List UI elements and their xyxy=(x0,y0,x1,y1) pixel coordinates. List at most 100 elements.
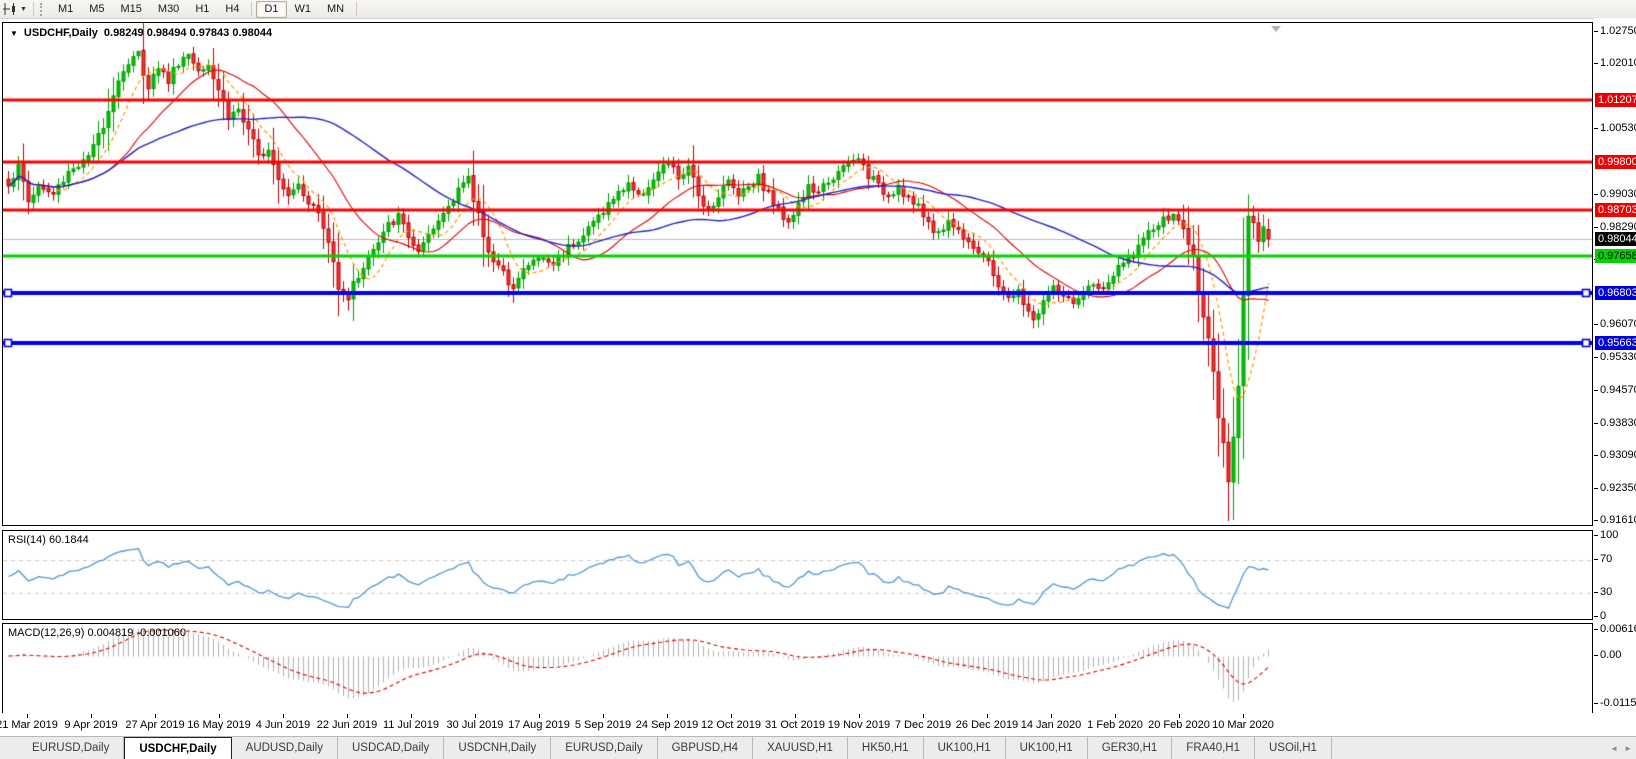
macd-label: MACD(12,26,9) 0.004819 -0.001060 xyxy=(8,627,186,639)
time-axis-tick xyxy=(731,714,732,718)
tick-label: 1.02010 xyxy=(1600,57,1636,70)
tab-scroll-controls: ◄ ► xyxy=(1610,737,1632,759)
time-axis-tick xyxy=(1115,714,1116,718)
time-axis-tick xyxy=(475,714,476,718)
tick-dash xyxy=(1594,629,1598,631)
tab-scroll-left-icon[interactable]: ◄ xyxy=(1610,744,1618,753)
timeframe-button-group: M1 M5 M15 M30 H1 H4 D1 W1 MN xyxy=(50,0,352,18)
tick-dash xyxy=(1594,520,1598,522)
tick-dash xyxy=(1594,128,1598,130)
tick-dash xyxy=(1594,655,1598,656)
tab-gbpusd-h4[interactable]: GBPUSD,H4 xyxy=(658,737,754,759)
time-scale-axis[interactable]: 21 Mar 2019 9 Apr 2019 27 Apr 2019 16 May 2… xyxy=(0,713,1594,735)
tick-dash xyxy=(1594,455,1598,457)
tick-dash xyxy=(1594,703,1598,705)
chart-tab-bar: EURUSD,Daily USDCHF,Daily AUDUSD,Daily USDC… xyxy=(0,736,1636,759)
tab-uk100-h1[interactable]: UK100,H1 xyxy=(1006,737,1088,759)
line-price-label: 0.97658 xyxy=(1595,248,1636,263)
tab-hk50-h1[interactable]: HK50,H1 xyxy=(848,737,924,759)
time-axis-tick xyxy=(923,714,924,718)
macd-indicator-panel: MACD(12,26,9) 0.004819 -0.001060 xyxy=(2,623,1593,714)
timeframe-button-h1[interactable]: H1 xyxy=(187,1,217,18)
trading-app-window: ▼ M1 M5 M15 M30 H1 H4 D1 W1 MN ▼ USDCHF,Daily 0.… xyxy=(0,0,1636,759)
timeframe-button-mn[interactable]: MN xyxy=(319,1,352,18)
line-price-label: 0.95663 xyxy=(1595,336,1636,351)
tick-dash xyxy=(1594,591,1598,593)
timeframe-button-d1[interactable]: D1 xyxy=(256,0,287,18)
timeframe-button-h4[interactable]: H4 xyxy=(217,1,247,18)
time-axis-tick xyxy=(987,714,988,718)
tab-usoil-h1[interactable]: USOil,H1 xyxy=(1255,737,1332,759)
chart-title-caret-icon[interactable]: ▼ xyxy=(10,29,18,38)
tab-usdcad-daily[interactable]: USDCAD,Daily xyxy=(338,737,445,759)
timeframe-button-w1[interactable]: W1 xyxy=(287,1,320,18)
tick-dash xyxy=(1594,194,1598,196)
tick-label: 0.93830 xyxy=(1600,416,1636,429)
time-axis-tick xyxy=(411,714,412,718)
tick-dash xyxy=(1594,390,1598,392)
tick-label: 0.00 xyxy=(1600,649,1622,661)
tab-eurusd-daily[interactable]: EURUSD,Daily xyxy=(18,737,125,759)
tick-label: 0.92350 xyxy=(1600,481,1636,494)
macd-canvas[interactable] xyxy=(3,624,1592,713)
time-axis-tick xyxy=(91,714,92,718)
tick-label: 30 xyxy=(1600,585,1613,598)
tick-dash xyxy=(1594,535,1598,536)
tick-label: 1.02750 xyxy=(1600,25,1636,37)
tab-xauusd-h1[interactable]: XAUUSD,H1 xyxy=(753,737,848,759)
line-price-label: 0.99800 xyxy=(1595,154,1636,169)
tick-dash xyxy=(1594,31,1598,32)
timeframe-button-m5[interactable]: M5 xyxy=(81,1,112,18)
tick-label: 0.99030 xyxy=(1600,188,1636,201)
tab-scroll-right-icon[interactable]: ► xyxy=(1624,744,1632,753)
tab-usdcnh-daily[interactable]: USDCNH,Daily xyxy=(444,737,552,759)
time-axis-tick xyxy=(155,714,156,718)
toolbar-separator xyxy=(32,2,34,16)
timeframe-button-m15[interactable]: M15 xyxy=(113,1,150,18)
tab-eurusd-daily[interactable]: EURUSD,Daily xyxy=(551,737,658,759)
tab-uk100-h1[interactable]: UK100,H1 xyxy=(924,737,1006,759)
chart-ohlc-values: 0.98249 0.98494 0.97843 0.98044 xyxy=(103,27,273,39)
tick-label: 100 xyxy=(1600,529,1619,541)
chart-title: ▼ USDCHF,Daily 0.98249 0.98494 0.97843 0… xyxy=(10,27,272,39)
time-axis-tick xyxy=(603,714,604,718)
tick-label: 0.94570 xyxy=(1600,384,1636,397)
tick-dash xyxy=(1594,324,1598,326)
price-scale-axis[interactable]: 1.027501.020101.005300.990300.982900.975… xyxy=(1594,18,1636,718)
time-axis-tick xyxy=(1051,714,1052,718)
tick-dash xyxy=(1594,616,1598,617)
time-axis-tick xyxy=(1243,714,1244,718)
tick-label: 0.93090 xyxy=(1600,449,1636,462)
line-price-label: 1.01207 xyxy=(1595,92,1636,107)
time-axis-tick xyxy=(283,714,284,718)
time-axis-tick xyxy=(347,714,348,718)
current-price-label: 0.98044 xyxy=(1595,231,1636,246)
chevron-down-icon[interactable]: ▼ xyxy=(20,6,27,13)
time-axis-tick xyxy=(219,714,220,718)
time-axis-tick xyxy=(27,714,28,718)
chart-cursor-icon[interactable] xyxy=(3,2,19,16)
tick-label: 0 xyxy=(1600,610,1607,622)
time-axis-tick xyxy=(1179,714,1180,718)
tab-ger30-h1[interactable]: GER30,H1 xyxy=(1088,737,1173,759)
time-axis-tick xyxy=(539,714,540,718)
tick-label: 70 xyxy=(1600,553,1613,566)
time-axis-tick xyxy=(859,714,860,718)
tab-usdchf-daily[interactable]: USDCHF,Daily xyxy=(124,737,232,759)
tick-label: 0.006167 xyxy=(1600,623,1636,636)
toolbar: ▼ M1 M5 M15 M30 H1 H4 D1 W1 MN xyxy=(0,0,1636,19)
timeframe-button-m1[interactable]: M1 xyxy=(50,1,81,18)
tab-audusd-daily[interactable]: AUDUSD,Daily xyxy=(232,737,338,759)
time-axis-tick xyxy=(795,714,796,718)
tick-dash xyxy=(1594,487,1598,489)
toolbar-separator xyxy=(356,2,358,16)
tick-dash xyxy=(1594,559,1598,561)
rsi-canvas[interactable] xyxy=(3,531,1592,619)
line-price-label: 0.98703 xyxy=(1595,202,1636,217)
rsi-label: RSI(14) 60.1844 xyxy=(8,534,89,546)
toolbar-grip-handle[interactable] xyxy=(39,2,45,16)
tab-fra40-h1[interactable]: FRA40,H1 xyxy=(1172,737,1255,759)
timeframe-button-m30[interactable]: M30 xyxy=(150,1,187,18)
price-chart-canvas[interactable] xyxy=(3,23,1592,525)
time-axis-date-label: 10 Mar 2020 xyxy=(1212,719,1274,731)
